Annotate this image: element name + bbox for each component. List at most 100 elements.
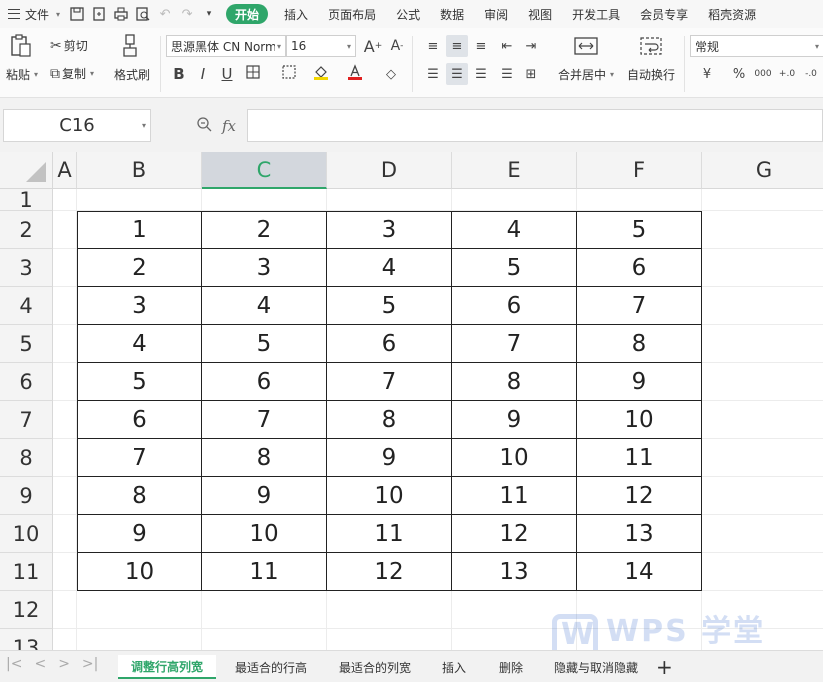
sheet-tab-adjust-row-col[interactable]: 调整行高列宽 bbox=[118, 655, 216, 679]
table-cell[interactable]: 13 bbox=[577, 515, 702, 553]
table-cell[interactable]: 6 bbox=[327, 325, 452, 363]
align-middle-button[interactable]: ≡ bbox=[446, 35, 468, 57]
table-cell[interactable]: 8 bbox=[327, 401, 452, 439]
table-cell[interactable]: 7 bbox=[77, 439, 202, 477]
paste-icon[interactable] bbox=[10, 34, 32, 58]
name-box[interactable]: C16 ▾ bbox=[3, 109, 151, 142]
row-header-12[interactable]: 12 bbox=[0, 591, 53, 629]
merge-center-button[interactable]: 合并居中 ▾ bbox=[558, 66, 614, 83]
table-cell[interactable]: 11 bbox=[327, 515, 452, 553]
wrap-text-button[interactable]: 自动换行 bbox=[627, 66, 675, 83]
sheet-tab-best-col-width[interactable]: 最适合的列宽 bbox=[328, 655, 422, 679]
underline-button[interactable]: U bbox=[216, 63, 238, 85]
fill-color-button[interactable] bbox=[310, 63, 332, 85]
table-cell[interactable]: 4 bbox=[452, 211, 577, 249]
align-left-button[interactable]: ☰ bbox=[422, 63, 444, 85]
row-header-5[interactable]: 5 bbox=[0, 325, 53, 363]
tab-insert[interactable]: 插入 bbox=[274, 0, 318, 28]
increase-decimal-button[interactable]: +.0 bbox=[776, 63, 798, 85]
table-cell[interactable]: 6 bbox=[77, 401, 202, 439]
table-cell[interactable]: 10 bbox=[577, 401, 702, 439]
table-cell[interactable]: 7 bbox=[327, 363, 452, 401]
table-cell[interactable]: 3 bbox=[77, 287, 202, 325]
font-name-select[interactable]: 思源黑体 CN Norm ▾ bbox=[166, 35, 286, 57]
row-header-13[interactable]: 13 bbox=[0, 629, 53, 650]
next-sheet-icon[interactable]: > bbox=[58, 656, 70, 672]
bold-button[interactable]: B bbox=[168, 63, 190, 85]
increase-indent-button[interactable]: ⇥ bbox=[520, 35, 542, 57]
font-size-select[interactable]: 16 ▾ bbox=[286, 35, 356, 57]
zoom-formula-icon[interactable] bbox=[196, 116, 212, 136]
tab-docer-resources[interactable]: 稻壳资源 bbox=[698, 0, 766, 28]
table-cell[interactable]: 10 bbox=[77, 553, 202, 591]
row-header-10[interactable]: 10 bbox=[0, 515, 53, 553]
table-cell[interactable]: 9 bbox=[77, 515, 202, 553]
table-cell[interactable]: 10 bbox=[327, 477, 452, 515]
table-cell[interactable]: 1 bbox=[77, 211, 202, 249]
cell-style-button[interactable] bbox=[278, 63, 300, 85]
table-cell[interactable]: 5 bbox=[452, 249, 577, 287]
table-cell[interactable]: 5 bbox=[77, 363, 202, 401]
table-cell[interactable]: 11 bbox=[452, 477, 577, 515]
font-grow-button[interactable]: A + bbox=[362, 35, 384, 57]
table-cell[interactable]: 3 bbox=[327, 211, 452, 249]
align-top-button[interactable]: ≡ bbox=[422, 35, 444, 57]
table-cell[interactable]: 8 bbox=[577, 325, 702, 363]
table-cell[interactable]: 6 bbox=[577, 249, 702, 287]
table-cell[interactable]: 7 bbox=[577, 287, 702, 325]
column-header-e[interactable]: E bbox=[452, 152, 577, 189]
borders-button[interactable] bbox=[242, 63, 264, 85]
table-cell[interactable]: 14 bbox=[577, 553, 702, 591]
table-cell[interactable]: 9 bbox=[577, 363, 702, 401]
table-cell[interactable]: 3 bbox=[202, 249, 327, 287]
select-all-corner[interactable] bbox=[0, 152, 53, 189]
wrap-text-icon[interactable] bbox=[640, 36, 662, 56]
column-header-b[interactable]: B bbox=[77, 152, 202, 189]
currency-button[interactable]: ¥ bbox=[696, 63, 718, 85]
table-cell[interactable]: 10 bbox=[202, 515, 327, 553]
table-cell[interactable]: 6 bbox=[452, 287, 577, 325]
table-cell[interactable]: 9 bbox=[202, 477, 327, 515]
table-cell[interactable]: 8 bbox=[452, 363, 577, 401]
prev-sheet-icon[interactable]: < bbox=[34, 656, 46, 672]
print-icon[interactable] bbox=[110, 3, 132, 25]
table-cell[interactable]: 12 bbox=[452, 515, 577, 553]
table-cell[interactable]: 2 bbox=[77, 249, 202, 287]
table-cell[interactable]: 7 bbox=[452, 325, 577, 363]
table-cell[interactable]: 8 bbox=[77, 477, 202, 515]
italic-button[interactable]: I bbox=[192, 63, 214, 85]
export-pdf-icon[interactable] bbox=[88, 3, 110, 25]
format-painter-button[interactable]: 格式刷 bbox=[114, 66, 150, 83]
row-header-2[interactable]: 2 bbox=[0, 211, 53, 249]
tab-page-layout[interactable]: 页面布局 bbox=[318, 0, 386, 28]
sheet-tab-best-row-height[interactable]: 最适合的行高 bbox=[224, 655, 318, 679]
table-cell[interactable]: 13 bbox=[452, 553, 577, 591]
table-cell[interactable]: 12 bbox=[577, 477, 702, 515]
table-cell[interactable]: 9 bbox=[327, 439, 452, 477]
tab-review[interactable]: 审阅 bbox=[474, 0, 518, 28]
tab-developer[interactable]: 开发工具 bbox=[562, 0, 630, 28]
tab-member[interactable]: 会员专享 bbox=[630, 0, 698, 28]
column-header-f[interactable]: F bbox=[577, 152, 702, 189]
row-header-4[interactable]: 4 bbox=[0, 287, 53, 325]
number-format-select[interactable]: 常规 ▾ bbox=[690, 35, 823, 57]
formula-input[interactable] bbox=[247, 109, 823, 142]
row-header-11[interactable]: 11 bbox=[0, 553, 53, 591]
column-header-d[interactable]: D bbox=[327, 152, 452, 189]
table-cell[interactable]: 2 bbox=[202, 211, 327, 249]
undo-icon[interactable]: ↶ bbox=[154, 3, 176, 25]
merge-center-icon[interactable] bbox=[574, 36, 598, 56]
justify-button[interactable]: ☰ bbox=[496, 63, 518, 85]
copy-button[interactable]: ⧉ 复制 ▾ bbox=[50, 65, 94, 82]
print-preview-icon[interactable] bbox=[132, 3, 154, 25]
row-header-7[interactable]: 7 bbox=[0, 401, 53, 439]
table-cell[interactable]: 11 bbox=[202, 553, 327, 591]
distributed-button[interactable]: ⊞ bbox=[520, 63, 542, 85]
table-cell[interactable]: 6 bbox=[202, 363, 327, 401]
table-cell[interactable]: 4 bbox=[77, 325, 202, 363]
clear-format-button[interactable]: ◇ bbox=[380, 63, 402, 85]
insert-function-icon[interactable]: fx bbox=[222, 117, 236, 135]
save-icon[interactable] bbox=[66, 3, 88, 25]
font-color-button[interactable] bbox=[344, 63, 366, 85]
add-sheet-button[interactable]: + bbox=[656, 655, 673, 679]
